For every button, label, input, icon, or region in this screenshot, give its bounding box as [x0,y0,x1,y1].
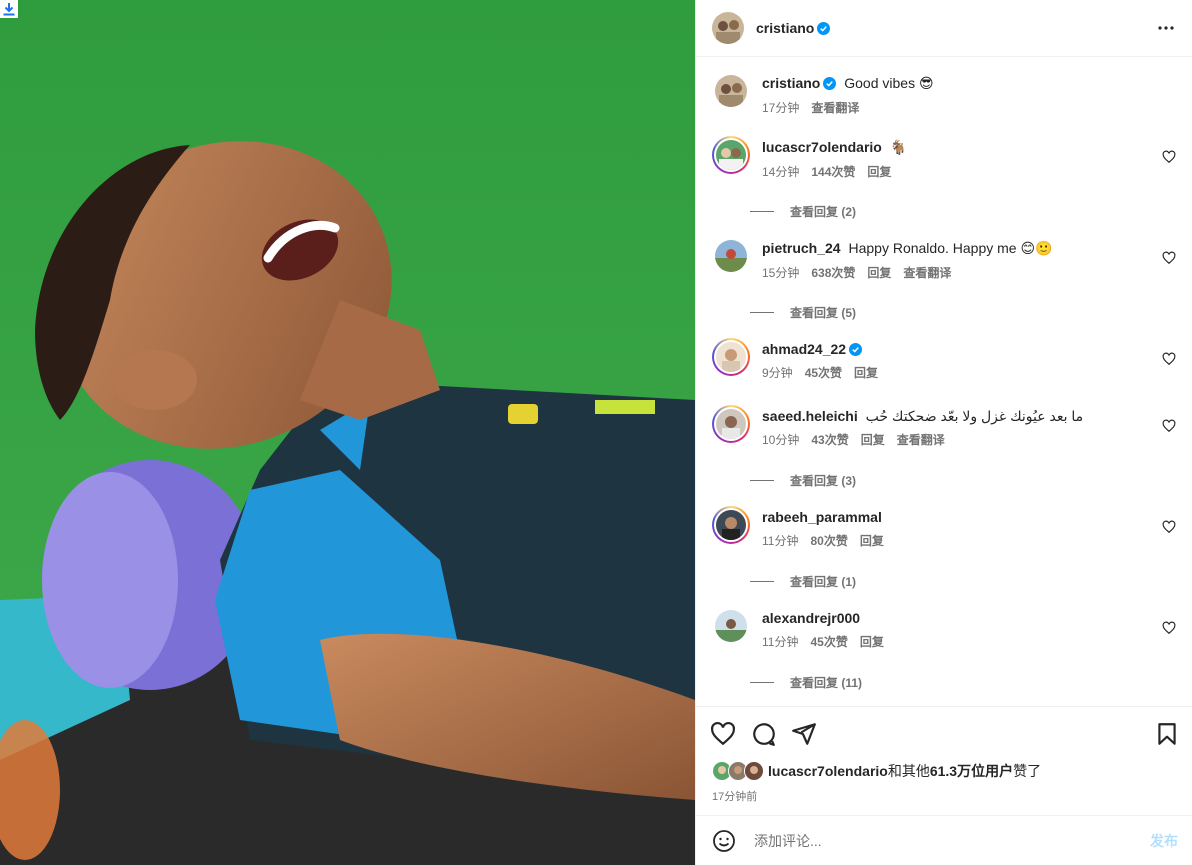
avatar[interactable] [712,12,744,44]
reply-button[interactable]: 回复 [860,633,884,651]
avatar [716,140,746,170]
comment-likes[interactable]: 45次赞 [810,633,847,651]
comment-username[interactable]: pietruch_24 [762,240,841,256]
avatar[interactable] [715,240,747,272]
likes-summary: lucascr7olendario 和其他 61.3万位用户 赞了 [712,761,1041,781]
comment-likes[interactable]: 638次赞 [811,264,855,282]
comment-emoji: 😊🙂 [1020,241,1053,257]
view-replies-label: 查看回复 (11) [790,676,863,690]
comment-time[interactable]: 14分钟 [762,163,799,181]
post-username[interactable]: cristiano [756,20,814,36]
comment-username[interactable]: ahmad24_22 [762,341,846,357]
view-replies-button[interactable]: 查看回复 (2) [750,203,856,220]
caption-emoji: 😎 [918,76,934,92]
caption-text: Good vibes [844,75,916,91]
view-replies-button[interactable]: 查看回复 (11) [750,674,862,691]
view-replies-label: 查看回复 (2) [790,205,857,219]
smiley-icon[interactable] [712,829,736,853]
view-replies-label: 查看回复 (1) [790,575,857,589]
comment-input[interactable] [752,831,1150,850]
view-replies-label: 查看回复 (3) [790,474,857,488]
view-replies-button[interactable]: 查看回复 (5) [750,304,856,321]
heart-icon[interactable] [1162,251,1176,265]
heart-icon[interactable] [1162,419,1176,433]
post-photo[interactable] [0,0,695,865]
heart-icon[interactable] [1162,150,1176,164]
action-bar [696,706,1192,760]
bookmark-icon[interactable] [1154,721,1180,747]
comment-icon[interactable] [751,721,777,747]
see-translation-button[interactable]: 查看翻译 [903,264,951,282]
likes-count[interactable]: 61.3万位用户 [930,761,1013,781]
avatar[interactable] [715,610,747,642]
comment-time[interactable]: 10分钟 [762,431,799,449]
download-icon[interactable] [0,0,18,18]
post-details-panel: cristiano cristiano Good vibes 😎 17分钟 查看… [695,0,1192,865]
heart-icon[interactable] [710,721,736,747]
avatar [716,510,746,540]
reply-button[interactable]: 回复 [867,163,891,181]
story-ring[interactable] [712,136,750,174]
view-replies-label: 查看回复 (5) [790,306,857,320]
heart-icon[interactable] [1162,520,1176,534]
avatar [716,342,746,372]
comment-time[interactable]: 15分钟 [762,264,799,282]
see-translation-button[interactable]: 查看翻译 [897,431,945,449]
comment-likes[interactable]: 80次赞 [810,532,847,550]
comment-time[interactable]: 11分钟 [762,633,798,651]
comment-emoji: 🐐 [889,140,908,156]
reply-button[interactable]: 回复 [860,532,884,550]
comment-text: Happy Ronaldo. Happy me [848,240,1017,256]
likes-username[interactable]: lucascr7olendario [768,763,888,779]
verified-badge-icon [849,343,863,356]
avatar [744,761,764,781]
comment-time[interactable]: 9分钟 [762,364,793,382]
avatar [716,409,746,439]
liker-avatars [712,761,764,781]
comment-username[interactable]: rabeeh_parammal [762,509,882,525]
comment-time[interactable]: 11分钟 [762,532,798,550]
reply-button[interactable]: 回复 [861,431,885,449]
comment-list[interactable]: cristiano Good vibes 😎 17分钟 查看翻译 lucascr… [696,58,1192,706]
comment-likes[interactable]: 144次赞 [811,163,855,181]
heart-icon[interactable] [1162,621,1176,635]
comment-composer: 发布 [696,815,1192,865]
comment-username[interactable]: lucascr7olendario [762,139,882,155]
likes-suffix: 赞了 [1013,763,1042,779]
story-ring[interactable] [712,338,750,376]
likes-connector: 和其他 [887,763,930,779]
comment-text: ما بعد عيُونك غزل ولا بعّد ضحكتك حُب [865,408,1084,424]
see-translation-button[interactable]: 查看翻译 [811,99,859,117]
more-horizontal-icon[interactable] [1156,18,1176,38]
caption-time[interactable]: 17分钟 [762,99,799,117]
verified-badge-icon [817,21,831,35]
post-comment-button[interactable]: 发布 [1150,831,1178,851]
comment-likes[interactable]: 43次赞 [811,431,848,449]
reply-button[interactable]: 回复 [867,264,891,282]
comment-likes[interactable]: 45次赞 [805,364,842,382]
avatar[interactable] [715,75,747,107]
story-ring[interactable] [712,405,750,443]
heart-icon[interactable] [1162,352,1176,366]
comment-username[interactable]: alexandrejr000 [762,610,860,626]
comment-username[interactable]: saeed.heleichi [762,408,858,424]
caption-username[interactable]: cristiano [762,75,820,91]
post-header: cristiano [696,0,1192,57]
view-replies-button[interactable]: 查看回复 (3) [750,472,856,489]
reply-button[interactable]: 回复 [854,364,878,382]
send-icon[interactable] [791,721,817,747]
post-timestamp[interactable]: 17分钟前 [712,788,757,804]
verified-badge-icon [823,77,837,90]
story-ring[interactable] [712,506,750,544]
view-replies-button[interactable]: 查看回复 (1) [750,573,856,590]
